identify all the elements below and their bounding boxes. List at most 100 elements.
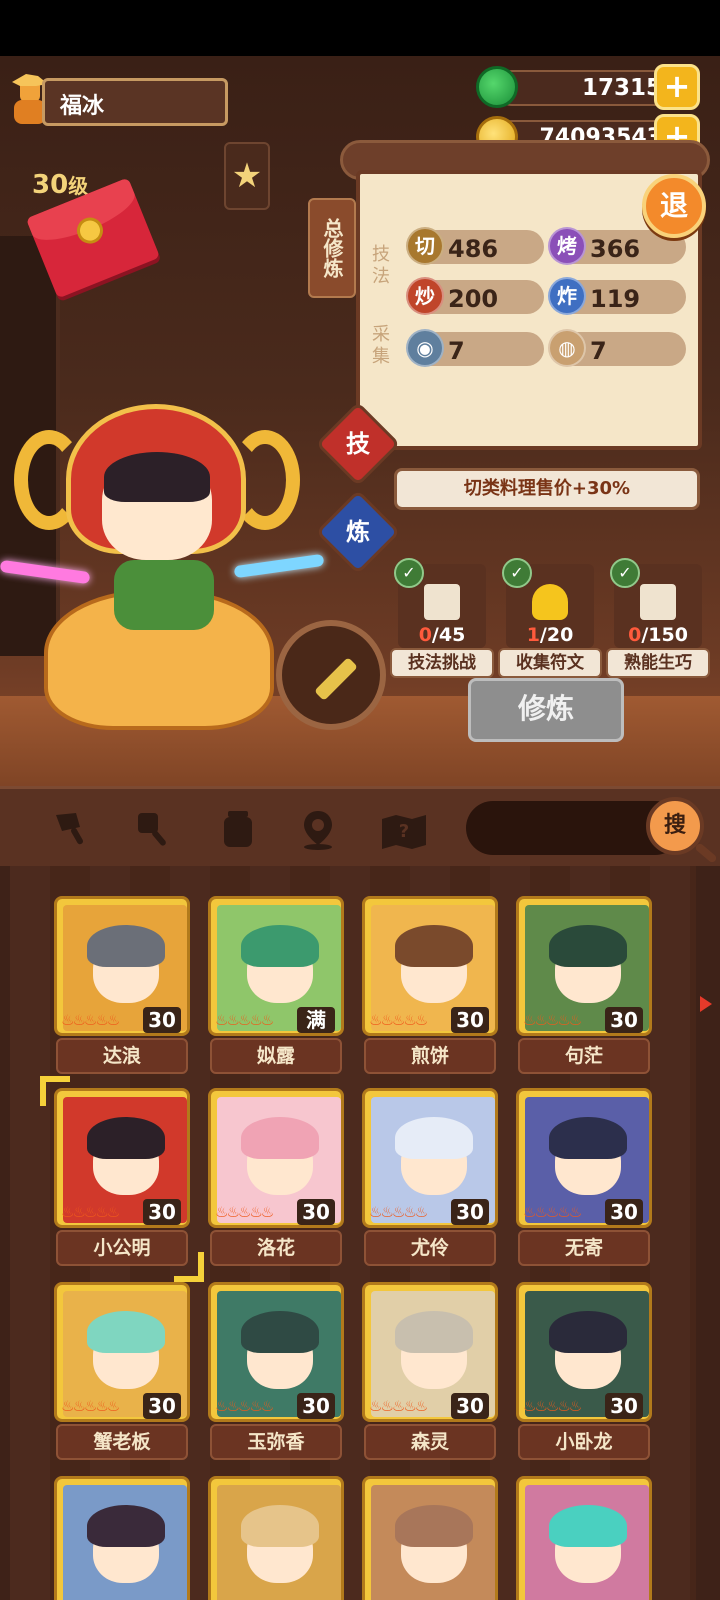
stat-stirfry: 炒 200 bbox=[406, 277, 544, 315]
chef-card[interactable]: ♨♨♨♨♨ 30 煎饼 bbox=[360, 896, 500, 1080]
scroll-indicator-icon bbox=[700, 996, 712, 1012]
chef-portrait bbox=[217, 1485, 341, 1600]
chef-card[interactable] bbox=[360, 1476, 500, 1600]
add-jade-button[interactable]: + bbox=[654, 64, 700, 110]
chef-card[interactable]: ♨♨♨♨♨ 30 达浪 bbox=[52, 896, 192, 1080]
chef-hair bbox=[549, 1505, 627, 1547]
chef-level: 30 bbox=[605, 1199, 643, 1225]
chef-hair bbox=[395, 1505, 473, 1547]
chef-name: 姒露 bbox=[210, 1038, 342, 1074]
chef-portrait-frame: ♨♨♨♨♨ 满 bbox=[208, 896, 344, 1036]
task-progress: 0/150 bbox=[610, 624, 706, 646]
chef-card[interactable]: ♨♨♨♨♨ 30 小公明 bbox=[40, 1076, 204, 1282]
status-bar bbox=[0, 0, 720, 56]
star-rating-flames-icon: ♨♨♨♨♨ bbox=[369, 1397, 428, 1415]
chef-name: 小卧龙 bbox=[518, 1424, 650, 1460]
chef-name: 蟹老板 bbox=[56, 1424, 188, 1460]
stirfry-value: 200 bbox=[448, 285, 499, 313]
train-button[interactable]: 修炼 bbox=[468, 678, 624, 742]
chef-card[interactable]: ♨♨♨♨♨ 30 森灵 bbox=[360, 1282, 500, 1466]
chef-card[interactable]: ♨♨♨♨♨ 30 无寄 bbox=[514, 1088, 654, 1272]
task-current: 0 bbox=[628, 624, 642, 646]
scroll-icon bbox=[640, 584, 676, 620]
task-current: 1 bbox=[526, 624, 540, 646]
player-level: 30级 bbox=[32, 170, 88, 200]
cut-value: 486 bbox=[448, 235, 499, 263]
chef-card[interactable]: ♨♨♨♨♨ 30 小卧龙 bbox=[514, 1282, 654, 1466]
chef-card[interactable]: ♨♨♨♨♨ 30 洛花 bbox=[206, 1088, 346, 1272]
chef-card[interactable] bbox=[206, 1476, 346, 1600]
spatula-icon[interactable] bbox=[132, 807, 176, 851]
star-icon[interactable]: ★ bbox=[224, 142, 270, 210]
light-beam-right bbox=[233, 553, 325, 579]
chef-portrait-frame bbox=[54, 1476, 190, 1600]
check-icon: ✓ bbox=[394, 558, 424, 588]
chef-name: 无寄 bbox=[518, 1230, 650, 1266]
chef-hair bbox=[549, 925, 627, 967]
task-collect-runes[interactable]: ✓ 1/20 收集符文 bbox=[498, 558, 602, 678]
roast-value: 366 bbox=[590, 235, 641, 263]
chef-level: 30 bbox=[297, 1393, 335, 1419]
jade-currency: 17315 + bbox=[476, 64, 700, 110]
location-pin-icon[interactable] bbox=[296, 807, 340, 851]
task-total: /45 bbox=[431, 624, 466, 646]
player-name: 福冰 bbox=[60, 94, 105, 119]
chef-name: 煎饼 bbox=[364, 1038, 496, 1074]
stat-grain: ◍ 7 bbox=[548, 329, 686, 367]
chef-portrait-frame: ♨♨♨♨♨ 30 bbox=[54, 896, 190, 1036]
check-icon: ✓ bbox=[502, 558, 532, 588]
chef-card[interactable]: ♨♨♨♨♨ 30 尤伶 bbox=[360, 1088, 500, 1272]
chef-portrait-frame bbox=[208, 1476, 344, 1600]
chef-portrait-frame: ♨♨♨♨♨ 30 bbox=[516, 896, 652, 1036]
jade-icon bbox=[476, 66, 518, 108]
chef-name: 小公明 bbox=[56, 1230, 188, 1266]
chef-level: 30 bbox=[143, 1007, 181, 1033]
chef-grid: ♨♨♨♨♨ 30 达浪 ♨♨♨♨♨ 满姒露 ♨♨♨♨♨ 30 煎饼 ♨♨♨♨♨ 30 句茫 ♨♨♨♨♨… bbox=[10, 866, 696, 1600]
chef-card[interactable]: ♨♨♨♨♨ 30 玉弥香 bbox=[206, 1282, 346, 1466]
chef-portrait bbox=[63, 1485, 187, 1600]
chef-level: 30 bbox=[451, 1007, 489, 1033]
chef-hair bbox=[87, 925, 165, 967]
chef-hair bbox=[549, 1117, 627, 1159]
star-rating-flames-icon: ♨♨♨♨♨ bbox=[215, 1011, 274, 1029]
task-total: /20 bbox=[539, 624, 574, 646]
star-rating-flames-icon: ♨♨♨♨♨ bbox=[215, 1397, 274, 1415]
player-name-plate[interactable]: 福冰 bbox=[8, 72, 228, 130]
chef-level: 30 bbox=[605, 1007, 643, 1033]
star-rating-flames-icon: ♨♨♨♨♨ bbox=[523, 1397, 582, 1415]
tab-skill-label: 技 bbox=[346, 430, 370, 458]
chef-portrait-frame: ♨♨♨♨♨ 30 bbox=[362, 896, 498, 1036]
cleaver-icon[interactable] bbox=[50, 807, 94, 851]
chef-portrait-frame bbox=[516, 1476, 652, 1600]
player-level-value: 30 bbox=[32, 170, 69, 200]
task-skill-challenge[interactable]: ✓ 0/45 技法挑战 bbox=[390, 558, 494, 678]
chef-portrait-frame: ♨♨♨♨♨ 30 bbox=[516, 1088, 652, 1228]
chef-level: 满 bbox=[297, 1007, 335, 1033]
chef-hair bbox=[241, 1505, 319, 1547]
chef-hair bbox=[395, 1311, 473, 1353]
chef-level: 30 bbox=[605, 1393, 643, 1419]
search-button[interactable]: 搜 bbox=[646, 797, 704, 855]
knife-icon[interactable] bbox=[276, 620, 386, 730]
task-practice[interactable]: ✓ 0/150 熟能生巧 bbox=[606, 558, 710, 678]
task-label: 熟能生巧 bbox=[606, 648, 710, 678]
chef-card[interactable] bbox=[52, 1476, 192, 1600]
chef-card[interactable] bbox=[514, 1476, 654, 1600]
chef-name: 尤伶 bbox=[364, 1230, 496, 1266]
chef-hair bbox=[241, 1117, 319, 1159]
fish-icon: ◉ bbox=[406, 329, 444, 367]
character-hair bbox=[104, 452, 210, 502]
retreat-button[interactable]: 退 bbox=[642, 174, 706, 238]
chef-card[interactable]: ♨♨♨♨♨ 30 蟹老板 bbox=[52, 1282, 192, 1466]
tab-refine-label: 炼 bbox=[346, 518, 370, 546]
roast-badge: 烤 bbox=[548, 227, 586, 265]
chef-card[interactable]: ♨♨♨♨♨ 30 句茫 bbox=[514, 896, 654, 1080]
map-question-icon[interactable]: ? bbox=[380, 807, 426, 851]
check-icon: ✓ bbox=[610, 558, 640, 588]
jar-icon[interactable] bbox=[216, 807, 260, 851]
chef-hair bbox=[241, 925, 319, 967]
task-current: 0 bbox=[418, 624, 432, 646]
star-rating-flames-icon: ♨♨♨♨♨ bbox=[523, 1011, 582, 1029]
chef-card[interactable]: ♨♨♨♨♨ 满姒露 bbox=[206, 896, 346, 1080]
chef-name: 洛花 bbox=[210, 1230, 342, 1266]
